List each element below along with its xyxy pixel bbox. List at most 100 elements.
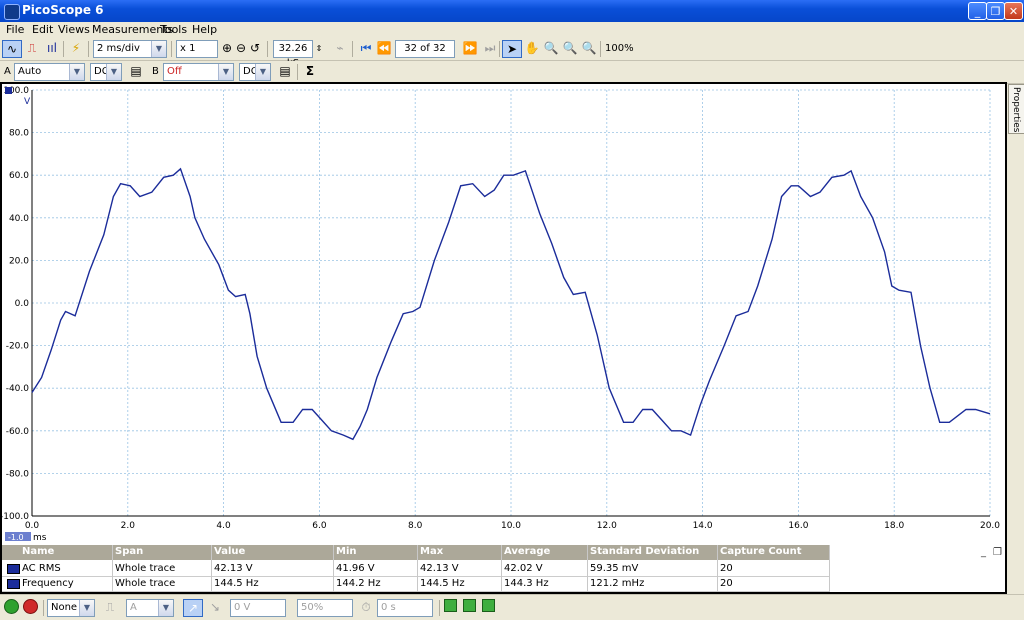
header-name[interactable]: Name	[22, 546, 54, 557]
column-divider	[829, 545, 830, 592]
add-measurement-icon[interactable]	[463, 599, 476, 612]
hand-tool-icon[interactable]: ✋	[522, 40, 542, 58]
channel-b-range-value: Off	[167, 66, 182, 77]
cell-standard-deviation: 121.2 mHz	[590, 578, 645, 589]
maximize-button[interactable]: ❐	[986, 2, 1005, 20]
y-tick-label: -20.0	[6, 342, 30, 352]
trigger-threshold-value: 0 V	[234, 602, 251, 613]
y-tick-label: 20.0	[9, 256, 29, 266]
x-tick-label: 8.0	[408, 521, 423, 531]
pretrigger-field[interactable]: 50%	[297, 599, 353, 617]
trigger-delay-field[interactable]: 0 s	[377, 599, 433, 617]
properties-tab[interactable]: Properties	[1008, 84, 1024, 134]
samples-field[interactable]: 32.26 kS	[273, 40, 313, 69]
trigger-delay-value: 0 s	[381, 602, 396, 613]
minimize-button[interactable]: _	[968, 2, 987, 20]
chevron-down-icon: ▼	[79, 600, 94, 616]
x-tick-label: 0.0	[25, 521, 40, 531]
trigger-source-value: A	[130, 602, 137, 613]
buffer-position-field[interactable]: 32 of 32	[395, 40, 455, 58]
add-ruler-icon[interactable]	[444, 599, 457, 612]
zoom-tool-icon[interactable]: 🔍	[541, 40, 561, 58]
falling-edge-icon[interactable]: ↘	[205, 599, 225, 617]
scope-view[interactable]: 100.0 80.0 60.0 40.0 20.0 0.0 -20.0 -40.0 -60.0-…	[0, 82, 1007, 594]
table-row[interactable]: AC RMS Whole trace 42.13 V 41.96 V 42.13…	[2, 561, 830, 577]
zoom-reset-icon[interactable]: ↺	[248, 40, 262, 58]
next-buffer-icon[interactable]: ⏩	[460, 40, 480, 58]
channel-b-range-select[interactable]: Off ▼	[163, 63, 234, 81]
signal-generator-icon[interactable]: ⌁	[330, 40, 350, 58]
cell-value: 42.13 V	[214, 563, 253, 574]
cell-capture-count: 20	[720, 578, 733, 589]
cell-value: 144.5 Hz	[214, 578, 259, 589]
previous-buffer-icon[interactable]: ⏪	[374, 40, 394, 58]
persistence-mode-icon[interactable]: ⎍	[22, 40, 42, 58]
rising-edge-icon[interactable]: ↗	[183, 599, 203, 617]
stop-capture-icon[interactable]	[23, 599, 38, 614]
channel-a-options-icon[interactable]: ▤	[126, 63, 146, 81]
properties-tab-label: Properties	[1011, 87, 1021, 133]
trigger-mode-select[interactable]: None ▼	[47, 599, 95, 617]
x-tick-label: 12.0	[597, 521, 617, 531]
x-tick-label: 18.0	[884, 521, 904, 531]
header-span[interactable]: Span	[115, 546, 143, 557]
zoom-factor-value: x 1	[180, 43, 196, 54]
samples-spinner-icon[interactable]: ⇕	[313, 40, 325, 58]
pointer-tool-icon[interactable]: ➤	[502, 40, 522, 58]
start-capture-icon[interactable]	[4, 599, 19, 614]
table-row[interactable]: Frequency Whole trace 144.5 Hz 144.2 Hz …	[2, 576, 830, 592]
zoom-minus-icon[interactable]: ⊖	[234, 40, 248, 58]
trigger-threshold-field[interactable]: 0 V	[230, 599, 286, 617]
menu-bar: File Edit Views Measurements Tools Help	[0, 22, 1024, 38]
zoom-out-icon[interactable]: 🔍	[579, 40, 599, 58]
oscilloscope-chart[interactable]: 100.080.060.040.020.00.0-20.0-40.0-60.0-…	[0, 84, 1005, 592]
trigger-delay-icon[interactable]: ⏱	[356, 599, 376, 617]
spectrum-mode-icon[interactable]: ııl	[42, 40, 62, 58]
panel-minimize-icon[interactable]: _	[981, 547, 986, 558]
header-value[interactable]: Value	[214, 546, 245, 557]
y-tick-label: 60.0	[9, 171, 29, 181]
header-average[interactable]: Average	[504, 546, 550, 557]
zoom-plus-icon[interactable]: ⊕	[220, 40, 234, 58]
chevron-down-icon: ▼	[106, 64, 121, 80]
menu-tools[interactable]: Tools	[160, 23, 187, 36]
trigger-toolbar: None ▼ ⎍ A ▼ ↗ ↘ 0 V 50% ⏱ 0 s	[0, 594, 1024, 620]
y-tick-label: 0.0	[15, 299, 30, 309]
close-button[interactable]: ✕	[1004, 2, 1023, 20]
zoom-in-icon[interactable]: 🔍	[560, 40, 580, 58]
menu-file[interactable]: File	[6, 23, 24, 36]
first-buffer-icon[interactable]: ⏮	[356, 40, 376, 58]
menu-edit[interactable]: Edit	[32, 23, 53, 36]
last-buffer-icon[interactable]: ⏭	[480, 40, 500, 58]
window-title: PicoScope 6	[22, 3, 104, 17]
menu-views[interactable]: Views	[58, 23, 90, 36]
trigger-source-select[interactable]: A ▼	[126, 599, 174, 617]
scope-mode-icon[interactable]: ∿	[2, 40, 22, 58]
cell-name: Frequency	[22, 578, 74, 589]
y-axis-unit: V	[24, 97, 31, 107]
title-bar: PicoScope 6 _ ❐ ✕	[0, 0, 1024, 22]
zoom-level-label[interactable]: 100%	[605, 40, 634, 58]
menu-help[interactable]: Help	[192, 23, 217, 36]
math-channels-button[interactable]: Σ	[300, 63, 320, 81]
zoom-factor-field[interactable]: x 1	[176, 40, 218, 58]
panel-maximize-icon[interactable]: ❐	[993, 547, 1002, 558]
timebase-select[interactable]: 2 ms/div ▼	[93, 40, 167, 58]
header-capture-count[interactable]: Capture Count	[720, 546, 802, 557]
measurements-header: Name Span Value Min Max Average Standard…	[2, 545, 830, 560]
channel-a-range-select[interactable]: Auto ▼	[14, 63, 85, 81]
probe-wizard-icon[interactable]: ⚡	[66, 40, 86, 58]
header-min[interactable]: Min	[336, 546, 357, 557]
pretrigger-value: 50%	[301, 602, 324, 613]
channel-a-color-swatch	[7, 579, 20, 589]
channel-b-coupling-select[interactable]: DC ▼	[239, 63, 271, 81]
channel-b-options-icon[interactable]: ▤	[275, 63, 295, 81]
timebase-value: 2 ms/div	[97, 43, 140, 54]
header-standard-deviation[interactable]: Standard Deviation	[590, 546, 699, 557]
edit-measurement-icon[interactable]	[482, 599, 495, 612]
channel-a-coupling-select[interactable]: DC ▼	[90, 63, 122, 81]
advanced-trigger-icon[interactable]: ⎍	[100, 599, 120, 617]
header-max[interactable]: Max	[420, 546, 443, 557]
cell-min: 41.96 V	[336, 563, 375, 574]
trigger-mode-value: None	[51, 602, 78, 613]
